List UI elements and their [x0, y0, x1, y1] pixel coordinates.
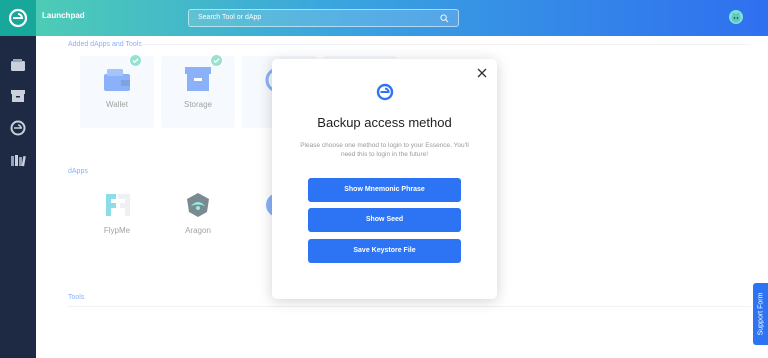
sidebar: [0, 36, 36, 358]
search-placeholder: Search Tool or dApp: [198, 14, 262, 21]
save-keystore-file-button[interactable]: Save Keystore File: [308, 239, 461, 263]
support-form-label: Support Form: [757, 292, 764, 336]
app-title: Launchpad: [42, 11, 85, 20]
modal-title: Backup access method: [317, 115, 452, 130]
storage-box-icon: [11, 90, 25, 102]
sidebar-item-library[interactable]: [9, 151, 27, 169]
library-books-icon: [11, 155, 26, 167]
backup-access-modal: Backup access method Please choose one m…: [272, 59, 497, 299]
close-icon[interactable]: [476, 67, 488, 79]
modal-description: Please choose one method to login to you…: [300, 142, 469, 158]
search-input[interactable]: Search Tool or dApp: [188, 9, 459, 27]
search-icon[interactable]: [440, 14, 449, 23]
cat-avatar-icon: [731, 12, 741, 23]
top-bar: Launchpad Search Tool or dApp: [0, 0, 768, 36]
avatar[interactable]: [729, 10, 743, 24]
essence-logo-icon[interactable]: [0, 0, 36, 36]
sidebar-item-storage[interactable]: [9, 87, 27, 105]
support-form-tab[interactable]: Support Form: [753, 283, 768, 345]
essence-logo-icon: [376, 83, 394, 101]
sidebar-item-wallet[interactable]: [9, 56, 27, 74]
show-seed-button[interactable]: Show Seed: [308, 208, 461, 232]
sidebar-item-essence[interactable]: [9, 119, 27, 137]
wallet-icon: [11, 59, 25, 71]
essence-icon: [10, 120, 26, 136]
show-mnemonic-phrase-button[interactable]: Show Mnemonic Phrase: [308, 178, 461, 202]
